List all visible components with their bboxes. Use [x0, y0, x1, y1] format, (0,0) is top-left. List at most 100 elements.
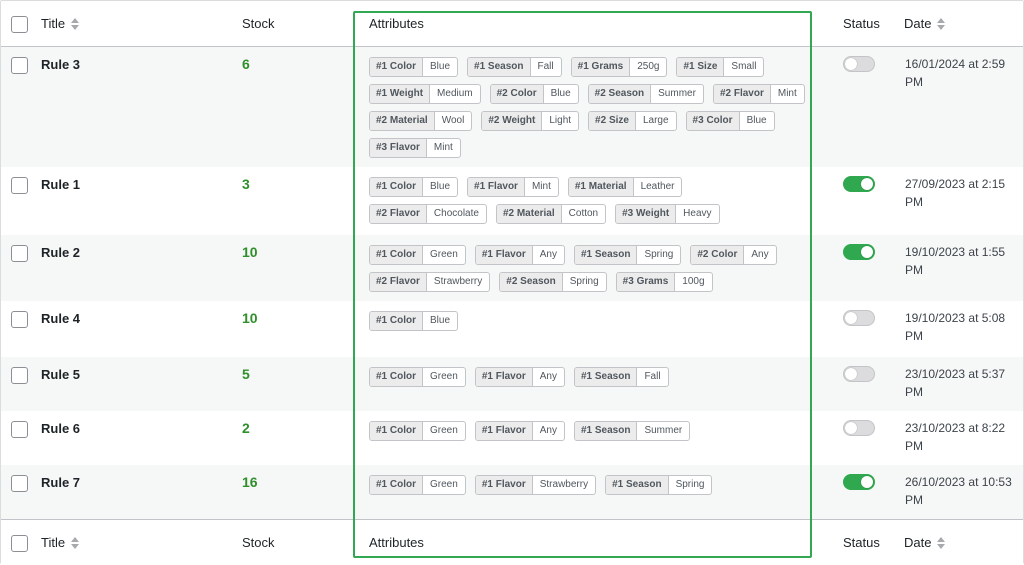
row-checkbox[interactable]: [11, 311, 28, 328]
attribute-value: Strawberry: [539, 479, 589, 490]
attribute-value: Summer: [658, 88, 696, 99]
toggle-knob: [845, 422, 857, 434]
attribute-value: Mint: [531, 181, 551, 192]
date-value: 27/09/2023 at 2:15 PM: [905, 177, 1006, 209]
select-all-checkbox-footer[interactable]: [11, 535, 28, 552]
attribute-key: #2 Season: [500, 273, 563, 291]
row-checkbox[interactable]: [11, 421, 28, 438]
attribute-chip: #2 Size Large: [588, 111, 677, 131]
column-stock-header: Stock: [242, 16, 275, 31]
attribute-chip: #1 Grams 250g: [570, 57, 668, 77]
attribute-key: #1 Material: [568, 178, 634, 196]
stock-value: 2: [242, 420, 250, 436]
attribute-chip: #1 Flavor Any: [474, 245, 565, 265]
attribute-value: Chocolate: [433, 208, 479, 219]
attribute-list: #1 Color Green #1 Flavor Strawberry #1 Seaso…: [369, 475, 805, 495]
row-checkbox[interactable]: [11, 475, 28, 492]
sort-icon: [71, 17, 80, 30]
attribute-value: Green: [430, 425, 458, 436]
stock-value: 16: [242, 474, 258, 490]
table-row: Rule 6 2 #1 Color Green #1 Flavor Any #1 Seaso…: [1, 411, 1023, 465]
row-checkbox[interactable]: [11, 245, 28, 262]
column-date-header[interactable]: Date: [904, 16, 946, 31]
column-date-footer[interactable]: Date: [904, 535, 946, 550]
status-toggle[interactable]: [843, 420, 875, 436]
table-row: Rule 1 3 #1 Color Blue #1 Flavor Mint #1 Mater…: [1, 167, 1023, 235]
status-toggle[interactable]: [843, 176, 875, 192]
rule-title-link[interactable]: Rule 1: [41, 177, 80, 192]
attribute-value: Large: [642, 115, 669, 126]
attribute-value: Medium: [437, 88, 473, 99]
attribute-value: Leather: [640, 181, 675, 192]
attribute-chip: #1 Color Green: [369, 421, 466, 441]
column-stock-footer: Stock: [242, 535, 275, 550]
attribute-key: #1 Season: [606, 476, 669, 494]
rule-title-link[interactable]: Rule 3: [41, 57, 80, 72]
attribute-key: #1 Season: [468, 58, 531, 76]
attribute-value: Light: [549, 115, 572, 126]
attribute-key: #3 Color: [686, 112, 740, 130]
attribute-list: #1 Color Blue #1 Flavor Mint #1 Material Leat…: [369, 177, 805, 224]
rule-title-link[interactable]: Rule 7: [41, 475, 80, 490]
status-toggle[interactable]: [843, 56, 875, 72]
date-value: 19/10/2023 at 5:08 PM: [905, 311, 1006, 343]
status-toggle[interactable]: [843, 474, 875, 490]
attribute-key: #1 Color: [370, 58, 424, 76]
status-toggle[interactable]: [843, 310, 875, 326]
table-row: Rule 2 10 #1 Color Green #1 Flavor Any #1 Seas…: [1, 235, 1023, 301]
attribute-key: #1 Color: [370, 312, 424, 330]
table-footer: Title Stock Attributes Status Date: [1, 519, 1023, 565]
column-title-footer[interactable]: Title: [41, 535, 80, 550]
attribute-value: Mint: [777, 88, 797, 99]
attribute-chip: #1 Season Fall: [573, 367, 669, 387]
attribute-key: #1 Season: [574, 368, 638, 386]
attribute-key: #2 Material: [370, 112, 435, 130]
attribute-chip: #1 Color Green: [369, 475, 466, 495]
attribute-value: Green: [430, 371, 458, 382]
status-toggle[interactable]: [843, 366, 875, 382]
attribute-key: #1 Grams: [571, 58, 631, 76]
rule-title-link[interactable]: Rule 6: [41, 421, 80, 436]
attribute-chip: #1 Color Green: [369, 367, 466, 387]
attribute-chip: #1 Season Summer: [573, 421, 691, 441]
attribute-value: Fall: [537, 61, 554, 72]
attribute-value: Green: [430, 479, 458, 490]
attribute-value: Fall: [644, 371, 661, 382]
toggle-knob: [861, 246, 873, 258]
attribute-key: #1 Color: [370, 368, 424, 386]
attribute-key: #2 Flavor: [713, 85, 771, 103]
attribute-key: #3 Flavor: [370, 139, 427, 157]
toggle-knob: [845, 368, 857, 380]
toggle-knob: [861, 178, 873, 190]
toggle-knob: [861, 476, 873, 488]
column-title-header[interactable]: Title: [41, 16, 80, 31]
select-all-checkbox[interactable]: [11, 16, 28, 33]
attribute-key: #3 Grams: [616, 273, 676, 291]
row-checkbox[interactable]: [11, 367, 28, 384]
toggle-knob: [845, 58, 857, 70]
row-checkbox[interactable]: [11, 177, 28, 194]
column-title-label: Title: [41, 16, 66, 31]
row-checkbox[interactable]: [11, 57, 28, 74]
stock-value: 6: [242, 56, 250, 72]
attribute-value: Heavy: [683, 208, 712, 219]
column-attributes-footer: Attributes: [369, 535, 424, 550]
status-toggle[interactable]: [843, 244, 875, 260]
sort-icon: [71, 536, 80, 549]
attribute-key: #2 Flavor: [370, 205, 427, 223]
table-row: Rule 4 10 #1 Color Blue 19/10/2023 at 5:08 P…: [1, 301, 1023, 357]
rule-title-link[interactable]: Rule 4: [41, 311, 80, 326]
attribute-list: #1 Color Blue #1 Season Fall #1 Grams 250g #1 …: [369, 57, 805, 158]
stock-value: 5: [242, 366, 250, 382]
rule-title-link[interactable]: Rule 2: [41, 245, 80, 260]
date-value: 23/10/2023 at 5:37 PM: [905, 367, 1006, 399]
attribute-key: #2 Flavor: [370, 273, 427, 291]
attribute-chip: #1 Season Fall: [467, 57, 562, 77]
column-date-label: Date: [904, 16, 932, 31]
table-header: Title Stock Attributes Status Date: [1, 1, 1023, 47]
attribute-key: #3 Weight: [616, 205, 677, 223]
rule-title-link[interactable]: Rule 5: [41, 367, 80, 382]
attribute-chip: #2 Flavor Chocolate: [369, 204, 487, 224]
attribute-value: Any: [539, 249, 557, 260]
attribute-value: Summer: [644, 425, 683, 436]
